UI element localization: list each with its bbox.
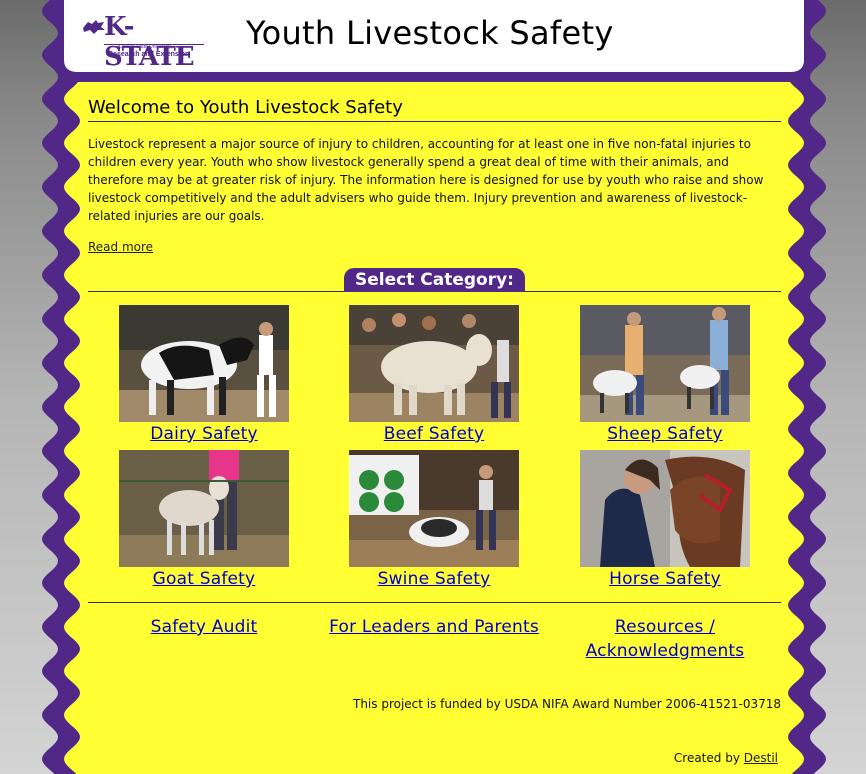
select-category-heading: Select Category:: [344, 268, 525, 292]
bottom-divider: [88, 602, 781, 603]
goat-image[interactable]: [119, 450, 289, 567]
wildcat-icon: [83, 20, 105, 34]
resources-link-line2: Acknowledgments: [585, 641, 745, 661]
leaders-parents-link[interactable]: For Leaders and Parents: [319, 615, 549, 639]
beef-safety-link[interactable]: Beef Safety: [319, 424, 549, 444]
intro-paragraph: Livestock represent a major source of in…: [88, 137, 764, 223]
horse-safety-link[interactable]: Horse Safety: [550, 569, 780, 589]
funding-note: This project is funded by USDA NIFA Awar…: [352, 697, 781, 711]
kstate-logo[interactable]: K-STATE Kansas State University, Researc…: [82, 12, 204, 72]
swine-image[interactable]: [349, 450, 519, 567]
dairy-image[interactable]: [119, 305, 289, 422]
creator-link[interactable]: Destil: [744, 751, 778, 765]
resources-link-line1: Resources /: [614, 617, 716, 637]
site-title: Youth Livestock Safety: [246, 14, 614, 52]
created-by-label: Created by: [673, 751, 740, 765]
logo-line1: Kansas State University,: [118, 44, 173, 50]
goat-safety-link[interactable]: Goat Safety: [89, 569, 319, 589]
logo-wordmark: K-STATE: [104, 12, 195, 72]
sheep-image[interactable]: [580, 305, 750, 422]
read-more-link[interactable]: Read more: [88, 240, 153, 254]
swine-safety-link[interactable]: Swine Safety: [319, 569, 549, 589]
dairy-safety-link[interactable]: Dairy Safety: [89, 424, 319, 444]
horse-image[interactable]: [580, 450, 750, 567]
created-by: Created by Destil: [674, 751, 778, 765]
resources-link[interactable]: Resources / Acknowledgments: [570, 615, 760, 663]
logo-line2: Research and Extension: [108, 51, 190, 58]
sheep-safety-link[interactable]: Sheep Safety: [550, 424, 780, 444]
beef-image[interactable]: [349, 305, 519, 422]
divider: [88, 121, 781, 122]
welcome-heading: Welcome to Youth Livestock Safety: [88, 97, 403, 118]
safety-audit-link[interactable]: Safety Audit: [119, 615, 289, 639]
